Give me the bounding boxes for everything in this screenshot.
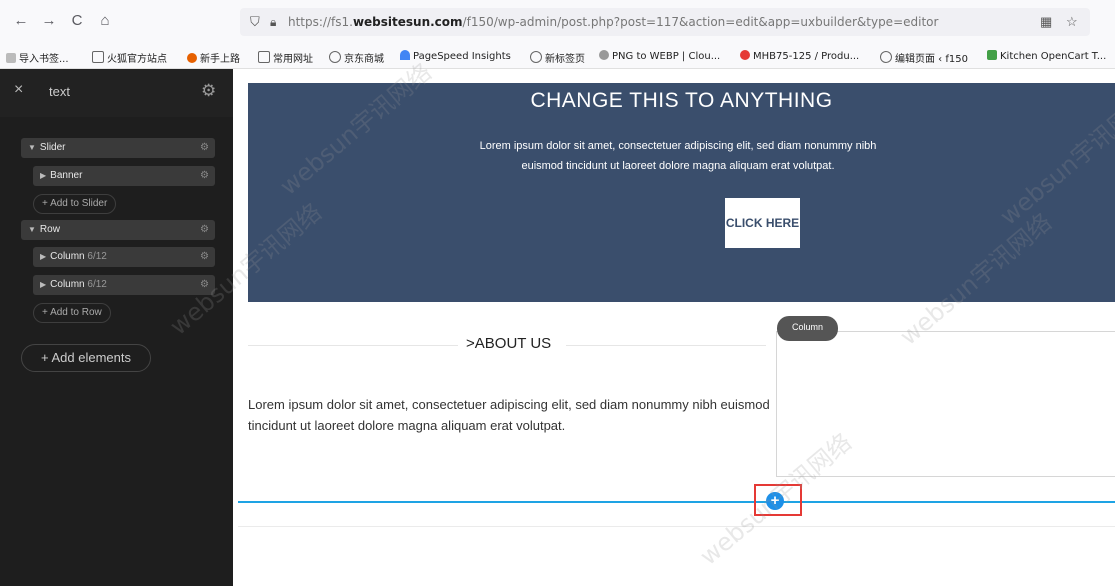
bookmark-item[interactable]: 编辑页面 ‹ f150 [880,50,968,65]
divider [566,345,766,346]
globe-icon [530,51,542,63]
pagespeed-icon [400,50,410,60]
tree-item-banner[interactable]: ▶ Banner ⚙ [33,166,215,186]
banner-text: Lorem ipsum dolor sit amet, consectetuer… [479,140,877,172]
builder-sidebar: × text ⚙ ▼ Slider ⚙ ▶ Banner ⚙ + Add to Sl… [0,69,233,586]
sidebar-title: text [49,84,70,99]
bookmark-item[interactable]: 新标签页 [530,50,585,65]
caret-right-icon: ▶ [40,280,47,289]
tree-item-column[interactable]: ▶ Column 6/12 ⚙ [33,247,215,267]
tree-item-label: Column [50,279,85,290]
caret-right-icon: ▶ [40,171,47,180]
gear-icon[interactable]: ⚙ [200,275,209,295]
close-icon[interactable]: × [14,81,23,99]
url-bar[interactable]: ⛉ 🔒︎ https://fs1.websitesun.com/f150/wp-… [240,8,1090,36]
bookmark-item[interactable]: 导入书签... [6,50,69,65]
folder-icon [258,51,270,63]
reload-icon[interactable]: C [66,10,88,32]
bookmark-item[interactable]: PageSpeed Insights [400,50,511,62]
click-here-button[interactable]: CLICK HERE [725,198,800,248]
about-us-heading: >ABOUT US [466,335,552,352]
column-tag[interactable]: Column [777,316,838,341]
caret-down-icon: ▼ [28,225,36,234]
bookmark-item[interactable]: Kitchen OpenCart T... [987,50,1106,62]
bookmark-item[interactable]: PNG to WEBP | Clou... [599,50,720,62]
browser-toolbar: ← → C ⌂ ⛉ 🔒︎ https://fs1.websitesun.com/… [0,0,1115,46]
tree-item-label: Slider [39,142,66,153]
bookmark-item[interactable]: 常用网址 [258,50,313,65]
forward-icon[interactable]: → [38,10,60,32]
lock-icon: 🔒︎ [270,15,277,29]
caret-right-icon: ▶ [40,252,47,261]
firefox-icon [187,53,197,63]
bookmark-item[interactable]: 新手上路 [187,50,240,65]
column-size: 6/12 [87,279,107,290]
about-text: Lorem ipsum dolor sit amet, consectetuer… [248,397,770,433]
tree-item-label: Column [50,251,85,262]
sidebar-header: × text ⚙ [0,69,233,117]
site-icon [740,50,750,60]
home-icon[interactable]: ⌂ [94,10,116,32]
folder-icon [92,51,104,63]
builder-canvas: CHANGE THIS TO ANYTHING Lorem ipsum dolo… [233,69,1115,586]
column-outline[interactable] [776,331,1115,477]
banner-title: CHANGE THIS TO ANYTHING [530,89,833,112]
tree-item-label: Banner [50,170,83,181]
tree-item-row[interactable]: ▼ Row ⚙ [21,220,215,240]
globe-icon [329,51,341,63]
bookmark-item[interactable]: MHB75-125 / Produ... [740,50,859,62]
gear-icon[interactable]: ⚙ [201,81,216,101]
tree-item-slider[interactable]: ▼ Slider ⚙ [21,138,215,158]
import-icon [6,53,16,63]
bookmarks-bar: 导入书签... 火狐官方站点 新手上路 常用网址 京东商城 PageSpeed … [0,46,1115,69]
bookmark-item[interactable]: 火狐官方站点 [92,50,167,65]
column-size: 6/12 [87,251,107,262]
bookmark-item[interactable]: 京东商城 [329,50,384,65]
shield-icon: ⛉ [250,14,260,29]
banner-section[interactable]: CHANGE THIS TO ANYTHING Lorem ipsum dolo… [248,83,1115,302]
tree-item-label: Row [39,224,60,235]
qr-code-icon[interactable]: ▦ [1040,8,1052,36]
chevron-right-icon: > [466,335,475,352]
gear-icon[interactable]: ⚙ [200,220,209,240]
add-to-slider-button[interactable]: + Add to Slider [33,194,117,214]
globe-icon [880,51,892,63]
divider [238,526,1115,527]
gear-icon[interactable]: ⚙ [200,166,209,186]
cloud-icon [599,50,609,60]
add-section-plus-icon[interactable]: + [766,492,784,510]
add-to-row-button[interactable]: + Add to Row [33,303,111,323]
insert-line [238,501,1115,503]
add-elements-button[interactable]: + Add elements [21,344,151,372]
gear-icon[interactable]: ⚙ [200,138,209,158]
caret-down-icon: ▼ [28,143,36,152]
opencart-icon [987,50,997,60]
tree-item-column[interactable]: ▶ Column 6/12 ⚙ [33,275,215,295]
gear-icon[interactable]: ⚙ [200,247,209,267]
star-icon[interactable]: ☆ [1066,8,1078,36]
back-icon[interactable]: ← [10,10,32,32]
url-text: https://fs1.websitesun.com/f150/wp-admin… [288,15,939,29]
divider [248,345,458,346]
